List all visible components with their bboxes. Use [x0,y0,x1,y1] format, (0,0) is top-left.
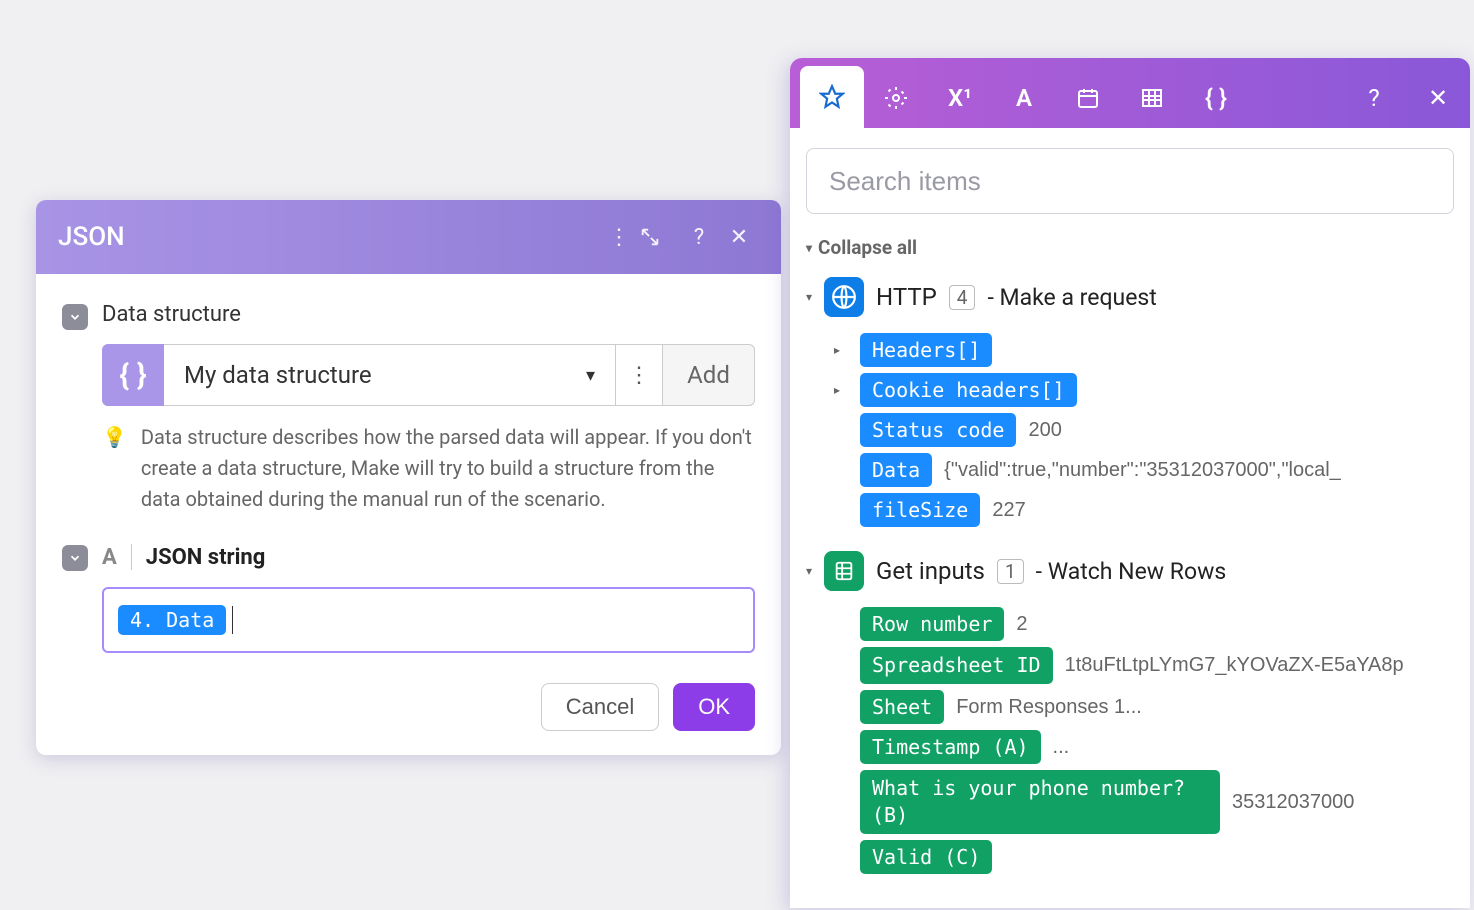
item-value: 35312037000 [1232,791,1354,814]
tab-general[interactable] [864,68,928,128]
module-index: 1 [997,559,1024,584]
panel-title: JSON [58,222,599,252]
field-collapse-toggle[interactable] [62,304,88,330]
data-structure-menu[interactable]: ⋮ [615,344,663,406]
module-header[interactable]: ▾ HTTP 4 - Make a request [806,277,1454,317]
tab-favorites[interactable] [800,66,864,128]
item-valid[interactable]: ▸ Valid (C) [834,840,1454,874]
json-module-panel: JSON ⋮ ? ✕ Data structure { } My data st… [36,200,781,755]
globe-icon [824,277,864,317]
caret-down-icon: ▾ [806,564,812,578]
item-spreadsheet-id[interactable]: ▸ Spreadsheet ID 1t8uFtLtpLYmG7_kYOVaZX-… [834,647,1454,684]
json-panel-header: JSON ⋮ ? ✕ [36,200,781,274]
item-row-number[interactable]: ▸ Row number 2 [834,607,1454,641]
variable-pill[interactable]: Timestamp (A) [860,730,1041,764]
item-headers[interactable]: ▸ Headers[] [834,333,1454,367]
picker-tabs: X¹ A { } ? ✕ [790,58,1470,128]
chevron-down-icon: ▾ [586,365,595,386]
tab-spacer [1248,68,1342,128]
item-value: {"valid":true,"number":"35312037000","lo… [944,459,1341,482]
json-string-label: JSON string [146,545,266,570]
help-icon[interactable]: ? [679,225,719,250]
variable-pill[interactable]: Cookie headers[] [860,373,1077,407]
tab-math[interactable]: X¹ [928,68,992,128]
close-icon[interactable]: ✕ [719,225,759,250]
module-subtitle: - Make a request [987,284,1156,311]
tab-text[interactable]: A [992,68,1056,128]
cancel-button[interactable]: Cancel [541,683,659,731]
variable-pill[interactable]: Valid (C) [860,840,992,874]
more-icon[interactable]: ⋮ [599,225,639,250]
divider [131,544,132,570]
search-input[interactable] [806,148,1454,214]
tab-date[interactable] [1056,68,1120,128]
item-value: Form Responses 1... [956,696,1142,719]
module-header[interactable]: ▾ Get inputs 1 - Watch New Rows [806,551,1454,591]
json-string-input[interactable]: 4. Data [102,587,755,653]
picker-close-icon[interactable]: ✕ [1406,68,1470,128]
item-cookie-headers[interactable]: ▸ Cookie headers[] [834,373,1454,407]
caret-right-icon: ▸ [834,343,848,357]
mapped-pill-data[interactable]: 4. Data [118,605,226,635]
collapse-all-button[interactable]: ▾ Collapse all [806,236,1454,259]
module-name: HTTP [876,283,937,311]
item-data[interactable]: ▸ Data {"valid":true,"number":"353120370… [834,453,1454,487]
item-filesize[interactable]: ▸ fileSize 227 [834,493,1454,527]
data-structure-label: Data structure [102,302,755,327]
data-structure-hint: Data structure describes how the parsed … [141,422,755,515]
variable-pill[interactable]: fileSize [860,493,980,527]
module-name: Get inputs [876,557,985,585]
data-structure-selected: My data structure [184,361,372,389]
caret-right-icon: ▸ [834,383,848,397]
expand-icon[interactable] [639,226,679,248]
variable-pill[interactable]: Data [860,453,932,487]
module-sheets: ▾ Get inputs 1 - Watch New Rows ▸ Row nu… [806,551,1454,874]
ok-button[interactable]: OK [673,683,755,731]
item-value: 2 [1016,613,1027,636]
module-index: 4 [949,285,976,310]
text-type-icon: A [102,545,117,570]
item-value: 1t8uFtLtpLYmG7_kYOVaZX-E5aYA8p [1065,654,1404,677]
data-structure-select[interactable]: My data structure ▾ [164,344,615,406]
item-phone-number[interactable]: ▸ What is your phone number? (B) 3531203… [834,770,1454,834]
item-sheet[interactable]: ▸ Sheet Form Responses 1... [834,690,1454,724]
variable-pill[interactable]: Sheet [860,690,944,724]
caret-down-icon: ▾ [806,241,812,255]
item-timestamp[interactable]: ▸ Timestamp (A) ... [834,730,1454,764]
sheets-icon [824,551,864,591]
variable-pill[interactable]: Headers[] [860,333,992,367]
item-value: 200 [1028,419,1061,442]
item-value: ... [1053,736,1070,759]
json-type-icon: { } [102,344,164,406]
lightbulb-icon: 💡 [102,425,127,515]
picker-help-icon[interactable]: ? [1342,68,1406,128]
item-status-code[interactable]: ▸ Status code 200 [834,413,1454,447]
variable-picker-panel: X¹ A { } ? ✕ ▾ Collapse all ▾ HTTP 4 [790,58,1470,908]
add-data-structure-button[interactable]: Add [663,344,755,406]
field-collapse-toggle[interactable] [62,545,88,571]
tab-array[interactable] [1120,68,1184,128]
caret-down-icon: ▾ [806,290,812,304]
text-cursor [232,606,233,634]
variable-pill[interactable]: What is your phone number? (B) [860,770,1220,834]
tab-json[interactable]: { } [1184,68,1248,128]
item-value: 227 [992,499,1025,522]
module-http: ▾ HTTP 4 - Make a request ▸ Headers[] ▸ … [806,277,1454,527]
variable-pill[interactable]: Row number [860,607,1004,641]
variable-pill[interactable]: Status code [860,413,1016,447]
variable-pill[interactable]: Spreadsheet ID [860,647,1053,684]
module-subtitle: - Watch New Rows [1036,558,1227,585]
